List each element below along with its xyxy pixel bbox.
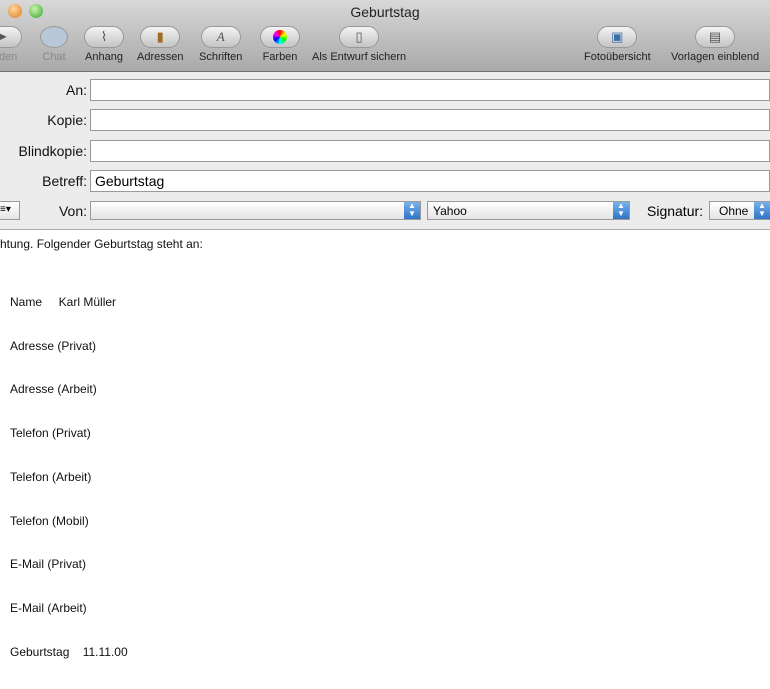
bcc-label: Blindkopie: — [18, 143, 88, 159]
body-line: Name Karl Müller — [10, 294, 117, 309]
cc-field[interactable] — [90, 109, 770, 131]
chevron-updown-icon: ▲ ▼ — [404, 202, 420, 219]
subject-label: Betreff: — [42, 173, 87, 189]
fonts-icon: A — [200, 26, 241, 48]
addresses-button[interactable]: ▮ Adressen — [137, 26, 183, 63]
toolbar: Geburtstag ➤enden Chat ⌇Anhang ▮Adressen… — [0, 0, 770, 72]
colors-button[interactable]: Farben — [260, 26, 300, 63]
signature-select[interactable]: Ohne ▲ ▼ — [709, 201, 770, 220]
address-book-icon: ▮ — [140, 26, 181, 48]
body-line: E-Mail (Arbeit) — [10, 601, 87, 616]
send-icon: ➤ — [0, 26, 22, 48]
chevron-updown-icon: ▲ ▼ — [754, 202, 770, 219]
from-label: Von: — [58, 203, 87, 219]
body-line: E-Mail (Privat) — [10, 557, 87, 572]
bcc-field[interactable] — [90, 140, 770, 162]
draft-icon: ▯ — [339, 26, 380, 48]
attach-button[interactable]: ⌇ Anhang — [84, 26, 124, 63]
signature-label: Signatur: — [647, 203, 704, 219]
from-select[interactable]: ▲ ▼ — [90, 201, 421, 220]
message-body[interactable]: htung. Folgender Geburtstag steht an: Na… — [0, 237, 203, 689]
subject-field[interactable]: Geburtstag — [90, 170, 770, 192]
save-draft-button[interactable]: ▯ Als Entwurf sichern — [312, 26, 406, 63]
window-title: Geburtstag — [350, 4, 420, 20]
account-select[interactable]: Yahoo ▲ ▼ — [427, 201, 630, 220]
fonts-button[interactable]: A Schriften — [199, 26, 242, 63]
body-line: Telefon (Privat) — [10, 426, 91, 441]
body-line: Telefon (Mobil) — [10, 513, 89, 528]
templates-icon: ▤ — [695, 26, 736, 48]
send-button[interactable]: ➤enden — [0, 26, 22, 63]
paperclip-icon: ⌇ — [84, 26, 124, 48]
to-label: An: — [65, 82, 87, 98]
photo-icon: ▣ — [597, 26, 638, 48]
body-intro: htung. Folgender Geburtstag steht an: — [0, 237, 203, 251]
chevron-updown-icon: ▲ ▼ — [613, 202, 629, 219]
cc-label: Kopie: — [47, 112, 87, 128]
chat-icon — [40, 26, 68, 48]
show-templates-button[interactable]: ▤ Vorlagen einblend — [671, 26, 759, 63]
body-line: Adresse (Arbeit) — [10, 382, 97, 397]
message-header: An: Kopie: Blindkopie: Betreff: Geburtsta… — [0, 72, 770, 230]
body-line: Geburtstag 11.11.00 — [10, 645, 128, 660]
chat-button[interactable]: Chat — [40, 26, 68, 63]
body-line: Adresse (Privat) — [10, 338, 97, 353]
to-field[interactable] — [90, 79, 770, 101]
header-options-menu[interactable]: ≡▾ — [0, 201, 20, 220]
body-line: Telefon (Arbeit) — [10, 469, 92, 484]
photo-browser-button[interactable]: ▣ Fotoübersicht — [584, 26, 651, 63]
colors-icon — [260, 26, 300, 48]
